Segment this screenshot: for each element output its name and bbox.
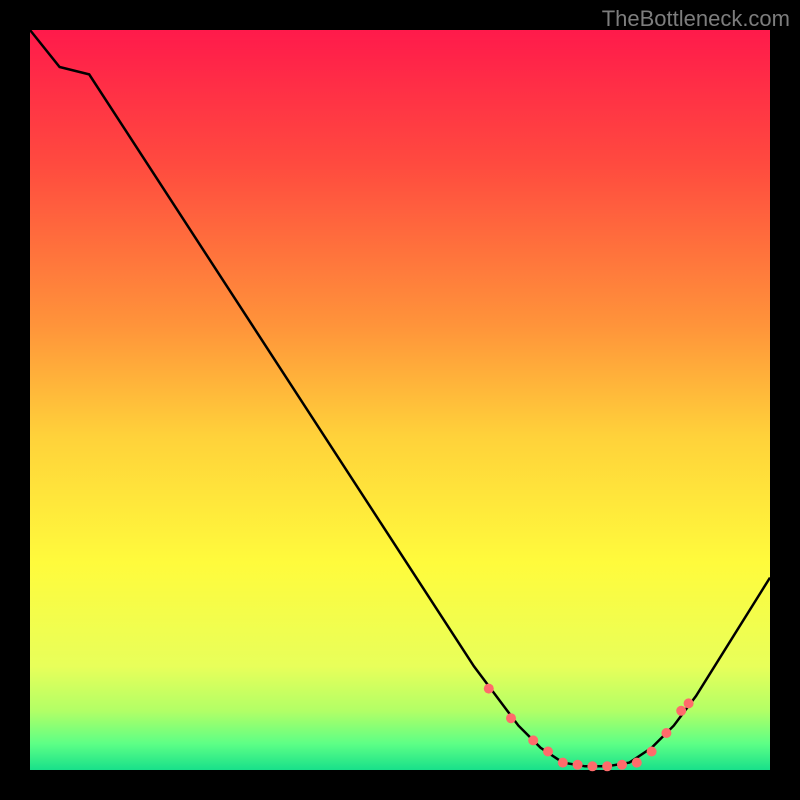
watermark-text: TheBottleneck.com	[602, 6, 790, 32]
marker-point	[573, 760, 583, 770]
marker-point	[587, 761, 597, 771]
marker-point	[617, 760, 627, 770]
plot-background	[30, 30, 770, 770]
marker-point	[543, 747, 553, 757]
marker-point	[661, 728, 671, 738]
chart-frame: TheBottleneck.com	[0, 0, 800, 800]
bottleneck-chart	[0, 0, 800, 800]
marker-point	[484, 684, 494, 694]
marker-point	[558, 758, 568, 768]
marker-point	[684, 698, 694, 708]
marker-point	[602, 761, 612, 771]
marker-point	[506, 713, 516, 723]
marker-point	[528, 735, 538, 745]
marker-point	[647, 747, 657, 757]
marker-point	[676, 706, 686, 716]
marker-point	[632, 758, 642, 768]
